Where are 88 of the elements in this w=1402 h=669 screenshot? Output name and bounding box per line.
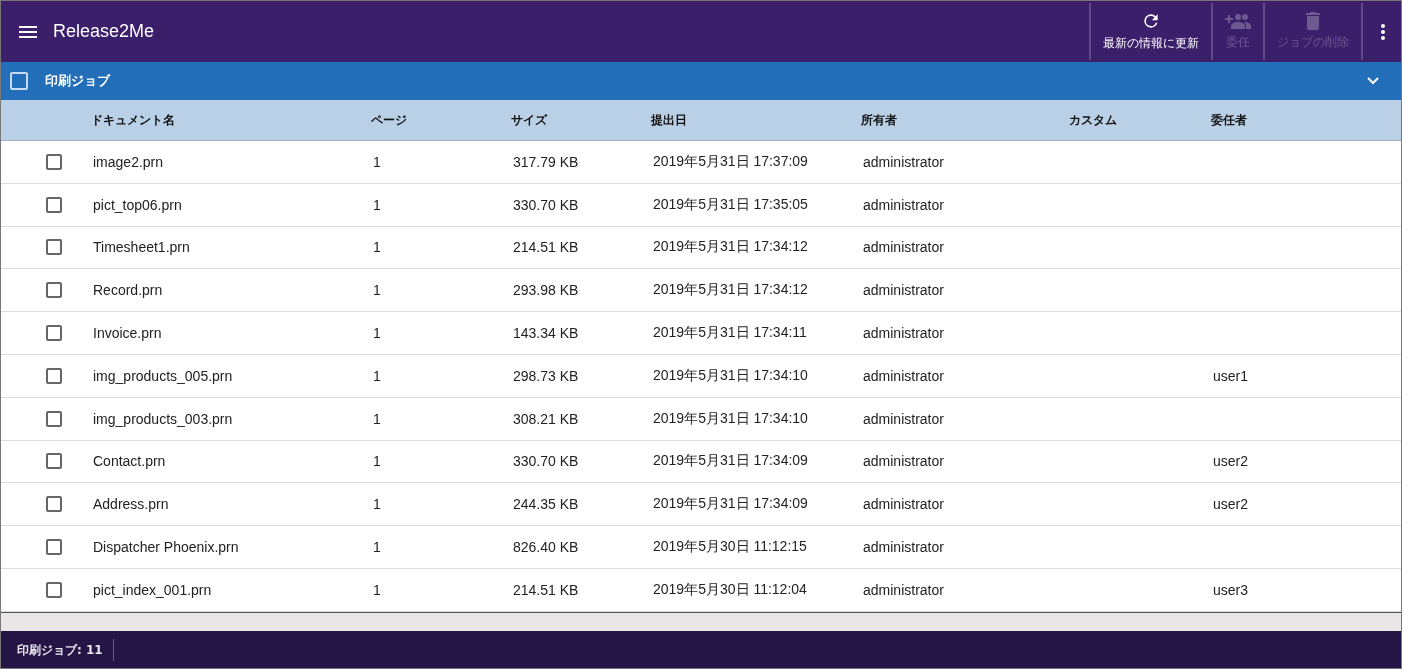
table-cell: 2019年5月31日 17:34:12 <box>653 281 808 298</box>
section-title: 印刷ジョブ <box>45 72 110 90</box>
column-header[interactable]: ページ <box>371 111 511 129</box>
table-cell: 293.98 KB <box>513 282 579 299</box>
table-cell: 826.40 KB <box>513 539 579 556</box>
table-cell: image2.prn <box>93 153 164 170</box>
app-title: Release2Me <box>53 21 155 42</box>
table-cell: user3 <box>1213 581 1249 598</box>
table-cell: Address.prn <box>93 496 169 513</box>
row-checkbox[interactable] <box>46 325 62 342</box>
table-cell: 214.51 KB <box>513 581 579 598</box>
row-checkbox[interactable] <box>46 282 62 299</box>
table-cell: administrator <box>863 196 944 213</box>
table-cell: 298.73 KB <box>513 367 579 384</box>
table-cell: 2019年5月30日 11:12:15 <box>653 538 807 555</box>
menu-icon[interactable] <box>19 25 37 38</box>
table-cell: 1 <box>373 239 381 256</box>
table-cell: Timesheet1.prn <box>93 239 190 256</box>
column-header[interactable]: サイズ <box>511 111 651 129</box>
trash-icon <box>1306 12 1320 30</box>
table-cell: 2019年5月31日 17:34:11 <box>653 324 807 341</box>
column-header[interactable]: 提出日 <box>651 111 861 129</box>
table-cell: 2019年5月31日 17:34:10 <box>653 366 808 383</box>
table-cell: pict_index_001.prn <box>93 581 212 598</box>
table-cell: 2019年5月31日 17:34:12 <box>653 238 808 255</box>
table-cell: 1 <box>373 196 381 213</box>
table-cell: user2 <box>1213 453 1249 470</box>
chevron-icon[interactable] <box>1367 77 1379 85</box>
row-checkbox[interactable] <box>46 410 62 427</box>
table-cell: 1 <box>373 153 381 170</box>
table-cell: administrator <box>863 453 944 470</box>
table-cell: 308.21 KB <box>513 410 579 427</box>
row-checkbox[interactable] <box>46 539 62 556</box>
table-cell: 1 <box>373 496 381 513</box>
table-cell: 143.34 KB <box>513 325 579 342</box>
refresh-button[interactable]: 最新の情報に更新 <box>1089 3 1211 60</box>
table-cell: administrator <box>863 239 944 256</box>
table-cell: 2019年5月31日 17:34:09 <box>653 495 808 512</box>
table-cell: administrator <box>863 410 944 427</box>
row-checkbox[interactable] <box>46 581 62 598</box>
column-header[interactable]: カスタム <box>1069 111 1211 129</box>
table-cell: administrator <box>863 153 944 170</box>
table-cell: Contact.prn <box>93 453 166 470</box>
more-options-icon[interactable] <box>1381 23 1385 40</box>
add-people-icon <box>1225 12 1251 30</box>
table-cell: Invoice.prn <box>93 325 162 342</box>
table-cell: administrator <box>863 581 944 598</box>
table-cell: 2019年5月31日 17:34:10 <box>653 409 808 426</box>
row-checkbox[interactable] <box>46 239 62 256</box>
row-checkbox[interactable] <box>46 196 62 213</box>
row-checkbox[interactable] <box>46 367 62 384</box>
job-count: 印刷ジョブ: 11 <box>1 638 114 661</box>
table-cell: administrator <box>863 367 944 384</box>
table-cell: 2019年5月31日 17:34:09 <box>653 452 808 469</box>
table-cell: 214.51 KB <box>513 239 579 256</box>
table-cell: 244.35 KB <box>513 496 579 513</box>
table-cell: 1 <box>373 325 381 342</box>
row-checkbox[interactable] <box>46 453 62 470</box>
table-cell: user1 <box>1213 367 1249 384</box>
table-cell: 2019年5月30日 11:12:04 <box>653 580 807 597</box>
column-header[interactable]: ドキュメント名 <box>91 111 371 129</box>
table-cell: administrator <box>863 325 944 342</box>
table-cell: administrator <box>863 282 944 299</box>
table-cell: 2019年5月31日 17:35:05 <box>653 195 808 212</box>
table-cell: img_products_003.prn <box>93 410 233 427</box>
table-cell: administrator <box>863 496 944 513</box>
table-cell: 317.79 KB <box>513 153 579 170</box>
table-cell: 2019年5月31日 17:37:09 <box>653 152 808 169</box>
table-cell: Record.prn <box>93 282 163 299</box>
row-checkbox[interactable] <box>46 496 62 513</box>
table-cell: 1 <box>373 367 381 384</box>
table-cell: img_products_005.prn <box>93 367 233 384</box>
table-cell: user2 <box>1213 496 1249 513</box>
table-cell: 1 <box>373 410 381 427</box>
table-cell: 1 <box>373 539 381 556</box>
table-cell: 330.70 KB <box>513 453 579 470</box>
column-header[interactable]: 所有者 <box>861 111 1069 129</box>
table-cell: pict_top06.prn <box>93 196 182 213</box>
select-all-checkbox[interactable] <box>10 72 28 90</box>
column-header[interactable]: 委任者 <box>1211 111 1401 129</box>
table-cell: administrator <box>863 539 944 556</box>
table-cell: Dispatcher Phoenix.prn <box>93 539 239 556</box>
table-cell: 1 <box>373 453 381 470</box>
table-cell: 330.70 KB <box>513 196 579 213</box>
refresh-icon <box>1141 11 1161 31</box>
row-checkbox[interactable] <box>46 153 62 170</box>
table-cell: 1 <box>373 581 381 598</box>
table-cell: 1 <box>373 282 381 299</box>
